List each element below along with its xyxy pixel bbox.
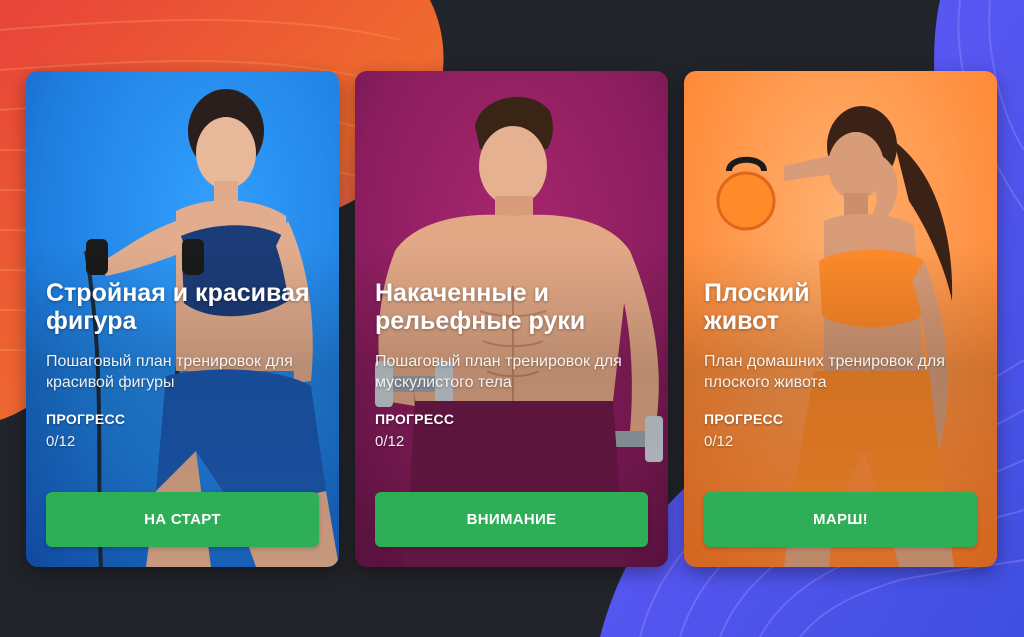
card-subtitle: Пошаговый план тренировок для красивой ф… <box>46 353 293 391</box>
program-card-arms[interactable]: Накаченные и рельефные руки Пошаговый пл… <box>355 71 668 567</box>
start-button[interactable]: НА СТАРТ <box>46 492 319 547</box>
progress-label: ПРОГРЕСС <box>704 411 784 427</box>
progress-value: 0/12 <box>375 433 405 450</box>
attention-button[interactable]: ВНИМАНИЕ <box>375 492 648 547</box>
program-card-figure[interactable]: Стройная и красивая фигура Пошаговый пла… <box>26 71 339 567</box>
card-title: Накаченные и рельефные руки <box>375 279 586 335</box>
card-title: Плоский живот <box>704 279 810 335</box>
program-card-flat-belly[interactable]: Плоский живот План домашних тренировок д… <box>684 71 997 567</box>
progress-value: 0/12 <box>704 433 734 450</box>
progress-label: ПРОГРЕСС <box>46 411 126 427</box>
card-subtitle: План домашних тренировок для плоского жи… <box>704 353 945 391</box>
progress-value: 0/12 <box>46 433 76 450</box>
progress-label: ПРОГРЕСС <box>375 411 455 427</box>
card-subtitle: Пошаговый план тренировок для мускулисто… <box>375 353 622 391</box>
card-title: Стройная и красивая фигура <box>46 279 310 335</box>
march-button[interactable]: МАРШ! <box>704 492 977 547</box>
